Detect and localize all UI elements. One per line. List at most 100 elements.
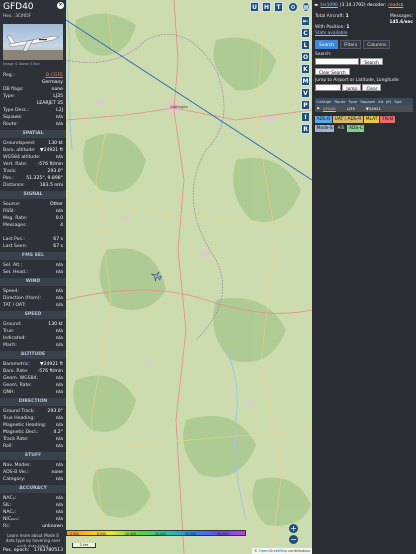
section-header-accuracy[interactable]: ACCURACY <box>0 485 66 493</box>
info-value: n/a <box>55 423 63 428</box>
settings-gear-icon[interactable]: ⚙ <box>288 2 298 12</box>
version-text: (3.14.1792) decoder: <box>339 3 387 8</box>
section-header-wind[interactable]: WIND <box>0 278 66 286</box>
table-row[interactable]: ⚑ GFD40 LJ35 ▼24921 <box>315 105 413 113</box>
side-button-p[interactable]: P <box>301 100 310 110</box>
side-button-m[interactable]: M <box>301 76 310 86</box>
column-header[interactable]: Route <box>333 98 347 105</box>
section-header-spatial[interactable]: SPATIAL <box>0 130 66 138</box>
column-header[interactable]: Type <box>347 98 359 105</box>
zoom-in-button[interactable]: + <box>289 524 298 533</box>
openstreetmap-link[interactable]: OpenStreetMap <box>259 549 287 553</box>
info-value: n/a <box>55 270 63 275</box>
side-button-l[interactable]: L <box>301 40 310 50</box>
panel-header: GFD40 Hex.: 3C065F × <box>0 0 66 24</box>
info-label: NICᵦₐᵣₒ: <box>3 517 20 522</box>
collapse-arrow-icon[interactable]: ◂▸ <box>314 3 318 8</box>
row-squawk <box>356 105 364 112</box>
callsign-title: GFD40 <box>3 2 34 12</box>
section-header-altitude[interactable]: ALTITUDE <box>0 351 66 359</box>
side-button-o[interactable]: O <box>301 52 310 62</box>
altitude-color-legend: 2 000 6 000 10 000 20 000 30 000 40 000+ <box>66 530 246 536</box>
info-row: Messages: 4 <box>0 222 66 229</box>
clear-jump-button[interactable]: Clear <box>362 84 382 92</box>
clear-search-button[interactable]: Clear Search <box>315 68 350 76</box>
info-row: Baro. altitude: ▼24921 ft <box>0 147 66 154</box>
side-button-i[interactable]: I <box>301 112 310 122</box>
tab-search[interactable]: Search <box>315 40 339 50</box>
info-row: ADS-B Ver.: none <box>0 469 66 476</box>
info-label: Squawk: <box>3 115 23 120</box>
alt-tick: 20 000 <box>155 532 167 536</box>
info-value: ▼24921 ft <box>40 148 63 153</box>
aircraft-photo[interactable] <box>3 24 63 60</box>
column-header[interactable]: Squawk <box>359 98 377 105</box>
info-label: Barometric: <box>3 362 30 367</box>
registration-link[interactable]: D-CGFE <box>45 72 63 79</box>
zoom-out-button[interactable]: − <box>289 535 298 544</box>
row-type: LJ35 <box>346 106 355 112</box>
decoder-link[interactable]: readsb <box>388 3 403 8</box>
info-row: Source: Other <box>0 201 66 208</box>
source-badge: ADS-B <box>315 116 332 124</box>
side-button-r[interactable]: R <box>301 124 310 134</box>
position-epoch: Pos. epoch: 1763780513 <box>0 547 66 554</box>
section-header-speed[interactable]: SPEED <box>0 311 66 319</box>
info-label: Ground Track: <box>3 409 35 414</box>
info-row: NICᵦₐᵣₒ: n/a <box>0 516 66 523</box>
table-header: Callsign Route Type Squawk Alt. (ft) Spd <box>315 98 413 106</box>
info-row: TAT / OAT: n/a <box>0 302 66 309</box>
info-value: n/a <box>55 437 63 442</box>
info-row: NACₚ: n/a <box>0 495 66 502</box>
info-label: Ground: <box>3 322 22 327</box>
column-header[interactable]: Callsign <box>315 98 333 105</box>
info-value: n/a <box>55 503 63 508</box>
section-header-stuff[interactable]: STUFF <box>0 452 66 460</box>
info-row: WGS84 altitude: n/a <box>0 154 66 161</box>
layers-icon[interactable]: ▦ <box>302 2 310 12</box>
jump-input[interactable] <box>315 84 341 92</box>
info-value: LEARJET 35 <box>36 101 63 106</box>
info-label: Magnetic Decl.: <box>3 430 39 435</box>
info-label: Direction (from): <box>3 296 42 301</box>
source-badge: MLAT <box>364 116 379 124</box>
info-value: n/a <box>55 383 63 388</box>
side-button-c[interactable]: C <box>301 28 310 38</box>
side-button-v[interactable]: V <box>301 88 310 98</box>
search-button[interactable]: Search <box>360 58 383 66</box>
map-button-t[interactable]: T <box>274 2 283 12</box>
info-value: ▼24921 ft <box>40 362 63 367</box>
stats-link[interactable]: Stats available <box>315 31 413 37</box>
column-header[interactable]: Spd <box>393 98 403 105</box>
map-button-u[interactable]: U <box>250 2 259 12</box>
column-header[interactable]: Alt. (ft) <box>377 98 393 105</box>
row-callsign[interactable]: GFD40 <box>321 105 337 112</box>
search-input[interactable] <box>315 58 359 66</box>
info-label: Magnetic Heading: <box>3 423 47 428</box>
close-icon[interactable]: × <box>57 2 64 9</box>
source-badge: UAT / ADS-R <box>333 116 363 124</box>
side-button-k[interactable]: K <box>301 64 310 74</box>
info-label: Mach: <box>3 343 17 348</box>
aircraft-table: Callsign Route Type Squawk Alt. (ft) Spd ⚑ GF… <box>315 98 413 113</box>
tab-filters[interactable]: Filters <box>340 40 362 50</box>
info-row: Reg.: D-CGFE <box>0 72 66 79</box>
info-value: n/a <box>55 209 63 214</box>
section-header-fms-sel[interactable]: FMS SEL <box>0 252 66 260</box>
info-row: Nav. Modes: n/a <box>0 462 66 469</box>
tar1090-link[interactable]: tar1090 <box>320 3 337 8</box>
info-value: n/a <box>55 390 63 395</box>
map-view[interactable]: Göttingen U H T ⚙ ▦ ⇤ C L O K M V P I R … <box>66 0 312 554</box>
section-header-direction[interactable]: DIRECTION <box>0 398 66 406</box>
info-value: n/a <box>55 263 63 268</box>
info-value: n/a <box>55 510 63 515</box>
map-button-exit-icon[interactable]: ⇤ <box>301 16 310 26</box>
jump-button[interactable]: Jump <box>342 84 362 92</box>
info-row: LEARJET 35 <box>0 100 66 107</box>
info-value: n/a <box>55 289 63 294</box>
info-row: Last Seen: 67 s <box>0 243 66 250</box>
section-header-signal[interactable]: SIGNAL <box>0 191 66 199</box>
info-value: n/a <box>55 463 63 468</box>
tab-columns[interactable]: Columns <box>363 40 391 50</box>
map-button-h[interactable]: H <box>262 2 271 12</box>
